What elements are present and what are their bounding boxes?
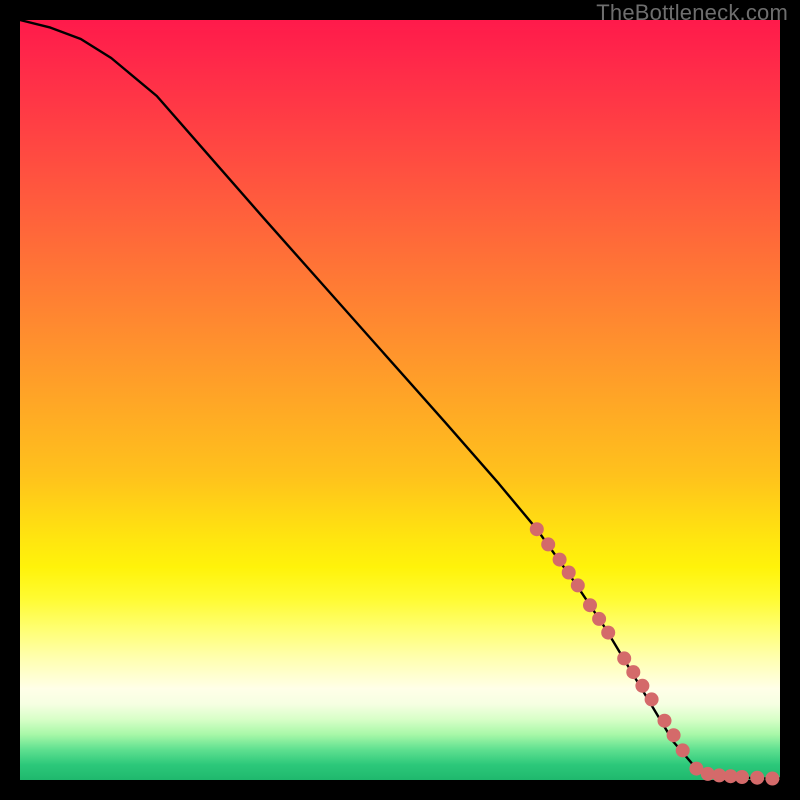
highlight-dot: [592, 612, 606, 626]
highlight-dot: [583, 598, 597, 612]
bottleneck-curve: [20, 20, 780, 779]
highlight-dot: [676, 743, 690, 757]
highlight-dot: [601, 626, 615, 640]
chart-overlay-svg: [20, 20, 780, 780]
highlight-dot: [571, 578, 585, 592]
highlight-dot: [541, 537, 555, 551]
highlight-dot: [553, 553, 567, 567]
highlight-dot: [765, 772, 779, 786]
highlight-dot: [658, 714, 672, 728]
highlight-dot: [617, 651, 631, 665]
highlight-dot-series: [530, 522, 780, 785]
highlight-dot: [645, 692, 659, 706]
highlight-dot: [562, 566, 576, 580]
highlight-dot: [626, 665, 640, 679]
watermark-text: TheBottleneck.com: [596, 0, 788, 26]
highlight-dot: [635, 679, 649, 693]
chart-stage: TheBottleneck.com: [0, 0, 800, 800]
highlight-dot: [750, 771, 764, 785]
highlight-dot: [530, 522, 544, 536]
highlight-dot: [735, 770, 749, 784]
highlight-dot: [667, 728, 681, 742]
